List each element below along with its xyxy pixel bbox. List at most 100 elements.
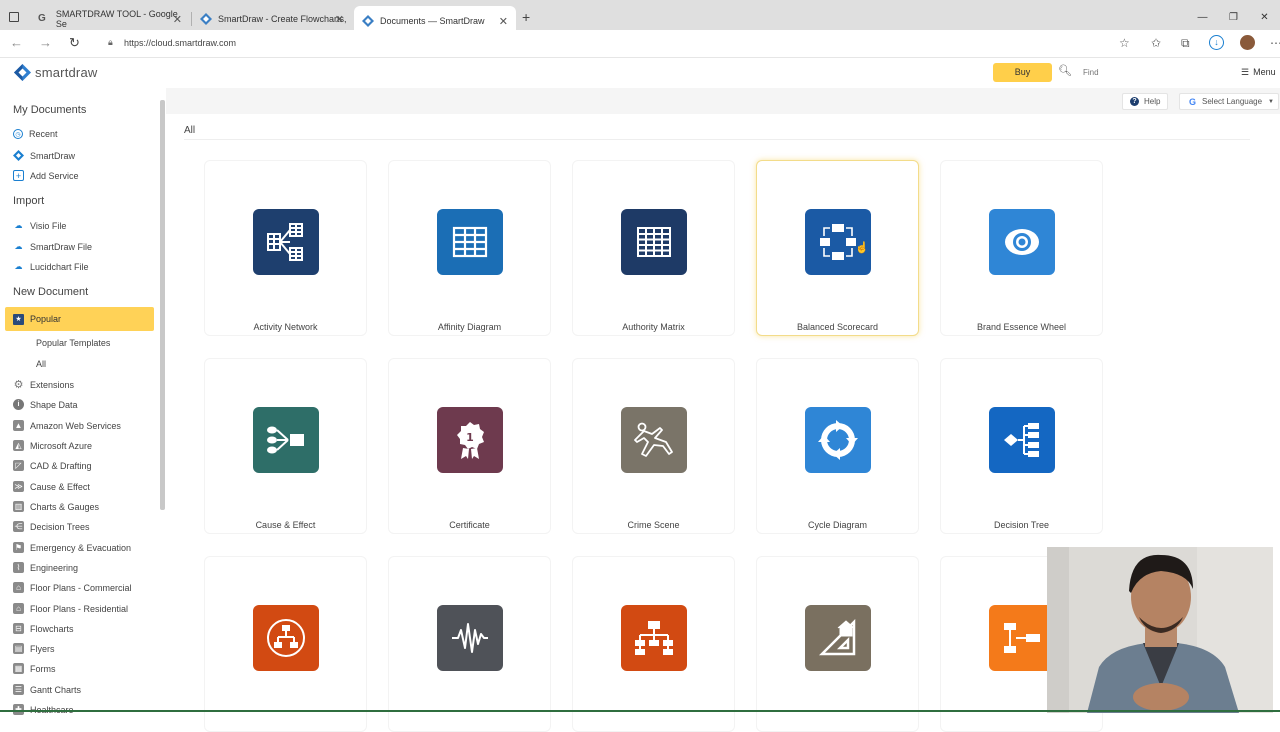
- sidebar-item-add-service[interactable]: + Add Service: [13, 170, 79, 181]
- sidebar-item-engineering[interactable]: ⌇ Engineering: [13, 562, 78, 573]
- azure-icon: ◭: [13, 440, 24, 451]
- sidebar-item-emergency[interactable]: ⚑ Emergency & Evacuation: [13, 542, 131, 553]
- add-icon: +: [13, 170, 24, 181]
- crime-scene-icon: [621, 407, 687, 473]
- reload-icon[interactable]: ↻: [69, 35, 80, 51]
- activity-network-icon: [253, 209, 319, 275]
- template-label: Cause & Effect: [255, 520, 316, 530]
- sidebar-item-popular-templates[interactable]: Popular Templates: [36, 338, 110, 348]
- template-card-decision-tree[interactable]: Decision Tree: [940, 358, 1103, 534]
- cloud-upload-icon: ☁: [14, 242, 23, 251]
- sidebar-item-decision-trees[interactable]: ⋲ Decision Trees: [13, 521, 90, 532]
- sidebar-item-extensions[interactable]: ⚙ Extensions: [13, 379, 74, 391]
- close-tab-icon[interactable]: ✕: [173, 13, 182, 26]
- template-card-cause-effect[interactable]: Cause & Effect: [204, 358, 367, 534]
- smartdraw-logo[interactable]: smartdraw: [14, 64, 97, 81]
- sidebar-item-lucidchart-file[interactable]: ☁ Lucidchart File: [13, 261, 89, 272]
- close-tab-icon[interactable]: ✕: [499, 15, 508, 28]
- ecomap-icon: [253, 605, 319, 671]
- section-title: All: [184, 125, 196, 136]
- sidebar-item-azure[interactable]: ◭ Microsoft Azure: [13, 440, 92, 451]
- more-icon[interactable]: ⋯: [1270, 36, 1280, 50]
- smartdraw-favicon-icon: [362, 15, 374, 27]
- collections-icon[interactable]: ⧉: [1181, 36, 1190, 51]
- chevron-down-icon: ▼: [1268, 98, 1274, 105]
- find-input[interactable]: [1077, 63, 1225, 81]
- window-menu-icon[interactable]: [9, 12, 19, 22]
- sidebar-item-recent[interactable]: ◷ Recent: [13, 129, 58, 139]
- cause-effect-icon: [253, 407, 319, 473]
- template-card-row3-2[interactable]: [388, 556, 551, 732]
- template-card-certificate[interactable]: 1 Certificate: [388, 358, 551, 534]
- sidebar-item-smartdraw-file[interactable]: ☁ SmartDraw File: [13, 241, 93, 252]
- help-icon: ?: [1130, 97, 1139, 106]
- fishbone-icon: ≫: [13, 481, 24, 492]
- template-card-row3-4[interactable]: [756, 556, 919, 732]
- sidebar-item-forms[interactable]: ▦ Forms: [13, 663, 56, 674]
- gear-icon: ⚙: [13, 379, 24, 391]
- language-select[interactable]: G Select Language ▼: [1179, 93, 1279, 110]
- help-button[interactable]: ? Help: [1122, 93, 1169, 110]
- favorites-icon[interactable]: ✩: [1151, 36, 1161, 50]
- template-card-authority-matrix[interactable]: Authority Matrix: [572, 160, 735, 336]
- download-icon[interactable]: ↓: [1209, 35, 1224, 50]
- address-bar: ← → ↻ 🔒︎ https://cloud.smartdraw.com ☆ ✩…: [0, 30, 1280, 58]
- top-strip: ? Help G Select Language ▼: [166, 88, 1280, 114]
- favorite-add-icon[interactable]: ☆: [1119, 36, 1130, 50]
- floor-plan-icon: ⌂: [13, 603, 24, 614]
- template-card-activity-network[interactable]: Activity Network: [204, 160, 367, 336]
- cloud-upload-icon: ☁: [14, 262, 23, 271]
- engineering-icon: ⌇: [13, 562, 24, 573]
- flyer-icon: ▤: [13, 643, 24, 654]
- lock-icon[interactable]: 🔒︎: [108, 37, 113, 48]
- url-field[interactable]: https://cloud.smartdraw.com: [124, 38, 236, 48]
- sidebar-item-floor-plans-residential[interactable]: ⌂ Floor Plans - Residential: [13, 603, 128, 614]
- browser-tab-smartdraw-flowcharts[interactable]: SmartDraw - Create Flowcharts, ✕: [192, 8, 352, 30]
- template-card-balanced-scorecard[interactable]: Balanced Scorecard ☝: [756, 160, 919, 336]
- template-card-brand-essence-wheel[interactable]: Brand Essence Wheel: [940, 160, 1103, 336]
- sidebar-item-floor-plans-commercial[interactable]: ⌂ Floor Plans - Commercial: [13, 582, 132, 593]
- sidebar-item-all[interactable]: All: [36, 359, 46, 369]
- sidebar-item-flowcharts[interactable]: ⊟ Flowcharts: [13, 623, 74, 634]
- sidebar-item-visio-file[interactable]: ☁ Visio File: [13, 220, 67, 231]
- form-icon: ▦: [13, 663, 24, 674]
- template-card-affinity-diagram[interactable]: Affinity Diagram: [388, 160, 551, 336]
- brand-essence-wheel-icon: [989, 209, 1055, 275]
- forward-icon[interactable]: →: [39, 35, 52, 50]
- sidebar-item-cause-effect[interactable]: ≫ Cause & Effect: [13, 481, 90, 492]
- clock-icon: ◷: [13, 129, 23, 139]
- close-tab-icon[interactable]: ✕: [335, 13, 344, 26]
- template-card-row3-1[interactable]: [204, 556, 367, 732]
- sidebar-item-aws[interactable]: ▲ Amazon Web Services: [13, 420, 121, 431]
- template-card-cycle-diagram[interactable]: Cycle Diagram: [756, 358, 919, 534]
- sidebar-item-shape-data[interactable]: i Shape Data: [13, 399, 78, 410]
- profile-avatar[interactable]: [1240, 35, 1255, 50]
- sidebar-item-popular[interactable]: ★ Popular: [5, 307, 154, 331]
- template-card-row3-3[interactable]: [572, 556, 735, 732]
- divider: [184, 139, 1250, 140]
- search-icon[interactable]: 🔍︎: [1058, 64, 1072, 77]
- browser-tab-google[interactable]: G SMARTDRAW TOOL - Google Se ✕: [30, 8, 190, 30]
- buy-button[interactable]: Buy: [993, 63, 1052, 82]
- authority-matrix-icon: [621, 209, 687, 275]
- back-icon[interactable]: ←: [10, 35, 23, 50]
- org-chart-icon: [621, 605, 687, 671]
- menu-button[interactable]: ☰ Menu: [1241, 67, 1276, 78]
- app-header: smartdraw Buy 🔍︎ ☰Menu: [0, 58, 1280, 88]
- sidebar-item-charts-gauges[interactable]: ▥ Charts & Gauges: [13, 501, 99, 512]
- aws-icon: ▲: [13, 420, 24, 431]
- menu-label: Menu: [1253, 67, 1276, 77]
- gantt-icon: ☰: [13, 684, 24, 695]
- sidebar-item-flyers[interactable]: ▤ Flyers: [13, 643, 55, 654]
- tab-title: SMARTDRAW TOOL - Google Se: [55, 9, 178, 29]
- sidebar-item-gantt-charts[interactable]: ☰ Gantt Charts: [13, 684, 81, 695]
- emergency-icon: ⚑: [13, 542, 24, 553]
- new-tab-button[interactable]: +: [522, 9, 530, 25]
- template-label: Activity Network: [253, 322, 318, 332]
- template-card-crime-scene[interactable]: Crime Scene: [572, 358, 735, 534]
- sidebar-item-smartdraw[interactable]: SmartDraw: [13, 150, 75, 161]
- sidebar-item-cad[interactable]: ◸ CAD & Drafting: [13, 460, 92, 471]
- decision-tree-icon: [989, 407, 1055, 473]
- sidebar-scrollbar[interactable]: [160, 100, 165, 510]
- template-label: Authority Matrix: [622, 322, 685, 332]
